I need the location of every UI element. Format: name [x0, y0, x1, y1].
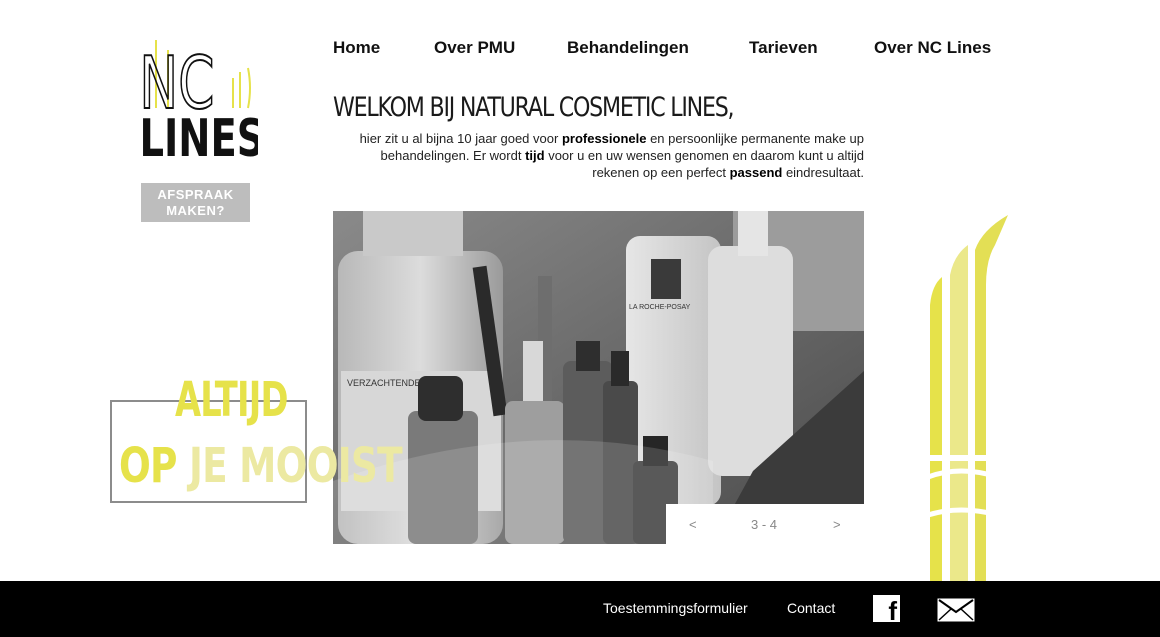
slider-photo: VERZACHTENDE LA ROCHE-POSAY	[333, 211, 864, 544]
footer: Toestemmingsformulier Contact f	[0, 581, 1160, 637]
page-title: WELKOM BIJ NATURAL COSMETIC LINES,	[333, 92, 735, 123]
tagline-word: JE MOOIST	[188, 438, 403, 494]
slider-pager: < 3 - 4 >	[666, 504, 864, 544]
intro-text: hier zit u al bijna 10 jaar goed voor pr…	[333, 130, 864, 181]
tagline-line2: OP JE MOOIST	[119, 438, 403, 494]
slider-prev-button[interactable]: <	[689, 517, 697, 532]
facebook-glyph: f	[888, 596, 897, 626]
intro-part: hier zit u al bijna 10 jaar goed voor	[359, 131, 562, 146]
tagline-line1: ALTIJD	[175, 372, 288, 428]
bottle-label: LA ROCHE-POSAY	[629, 304, 691, 311]
slider-next-button[interactable]: >	[833, 517, 841, 532]
mail-icon[interactable]	[937, 598, 975, 622]
facebook-icon[interactable]: f	[873, 595, 900, 626]
logo-graphic: NC LINES	[139, 40, 265, 169]
intro-bold: professionele	[561, 131, 647, 146]
cta-label: AFSPRAAK MAKEN?	[157, 187, 234, 218]
tagline-word: OP	[119, 438, 177, 494]
image-slider[interactable]: VERZACHTENDE LA ROCHE-POSAY	[333, 211, 864, 544]
slider-counter: 3 - 4	[751, 517, 778, 532]
nav-behandelingen[interactable]: Behandelingen	[567, 38, 689, 58]
decorative-stripes	[927, 215, 1008, 581]
intro-bold: tijd	[525, 148, 545, 163]
nav-over-pmu[interactable]: Over PMU	[434, 38, 515, 58]
footer-link-toestemmingsformulier[interactable]: Toestemmingsformulier	[603, 600, 748, 616]
nav-over-nc-lines[interactable]: Over NC Lines	[874, 38, 991, 58]
nc-lines-logo[interactable]: NC LINES	[138, 28, 265, 169]
nav-tarieven[interactable]: Tarieven	[749, 38, 818, 58]
intro-part: eindresultaat.	[782, 165, 864, 180]
intro-bold: passend	[729, 165, 783, 180]
logo-text-lines: LINES	[139, 108, 258, 163]
afspraak-maken-button[interactable]: AFSPRAAK MAKEN?	[141, 183, 250, 222]
footer-link-contact[interactable]: Contact	[787, 600, 835, 616]
nav-home[interactable]: Home	[333, 38, 380, 58]
bottle-label: VERZACHTENDE	[347, 378, 421, 388]
